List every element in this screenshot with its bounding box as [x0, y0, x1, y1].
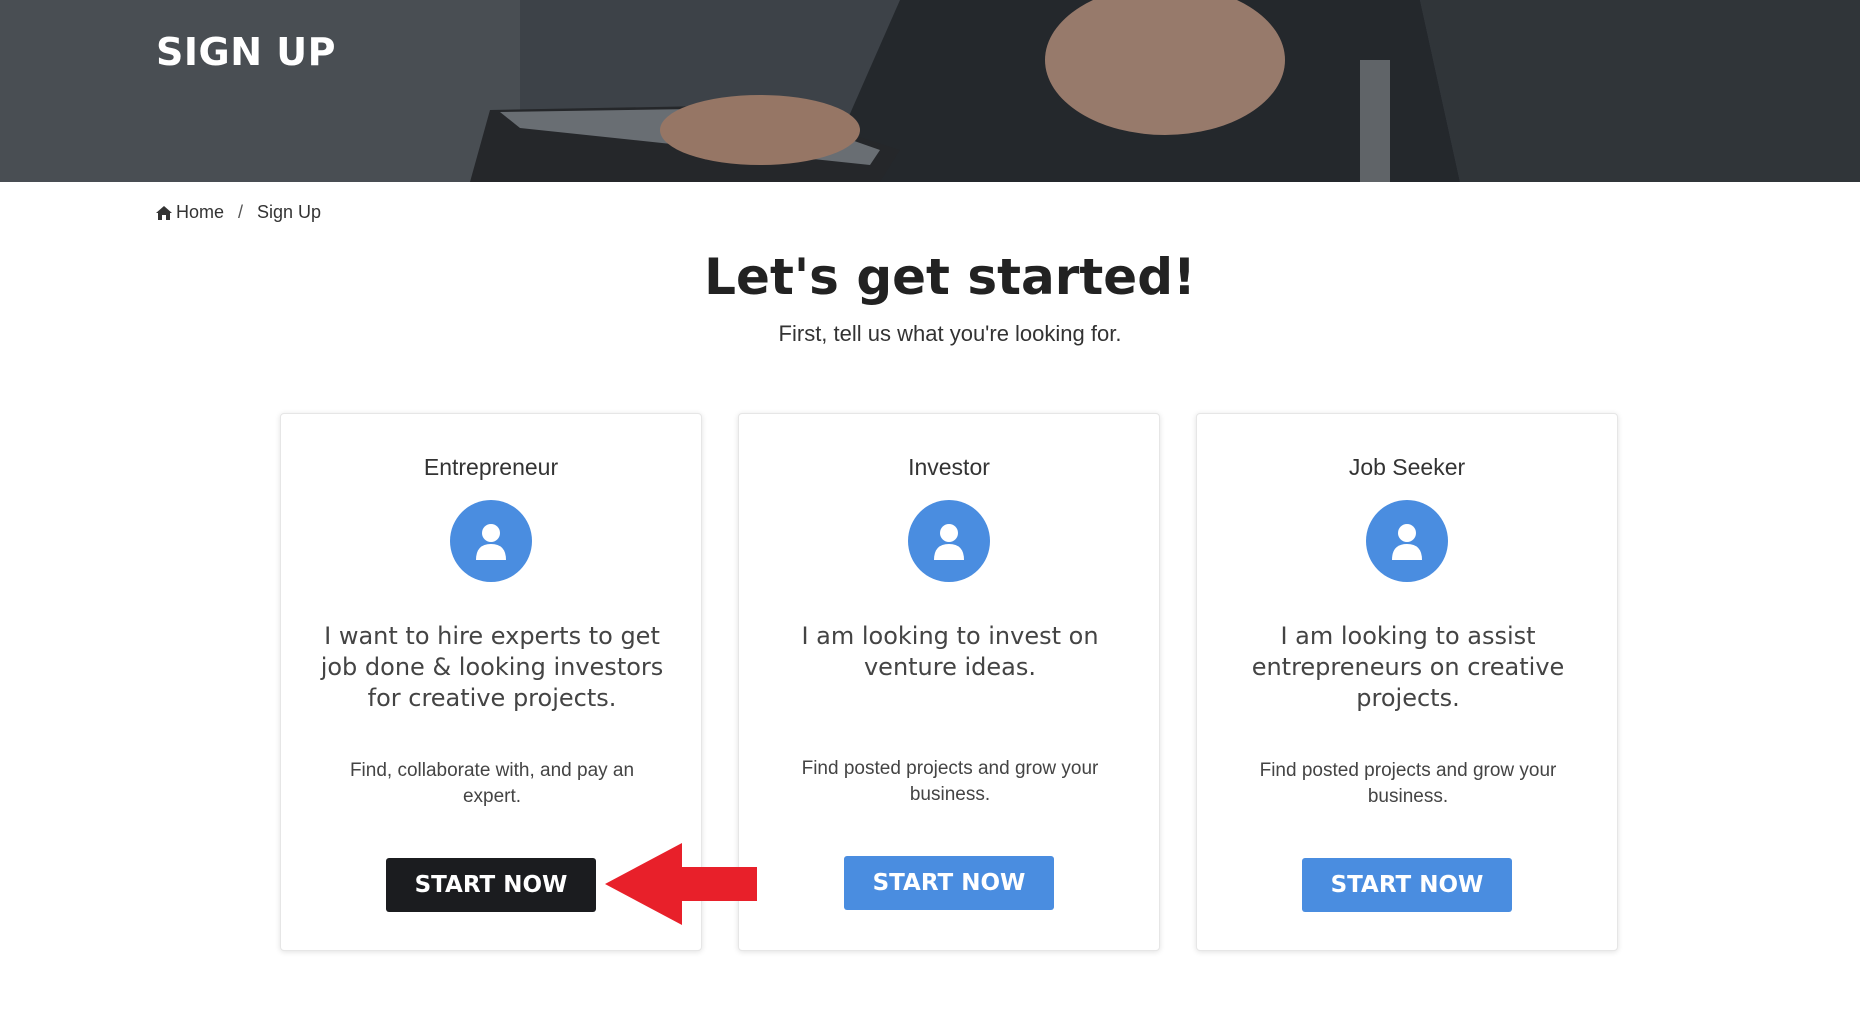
page-banner-title: SIGN UP [156, 30, 336, 74]
card-subtext: Find posted projects and grow your busin… [1259, 760, 1557, 807]
breadcrumb-current: Sign Up [257, 202, 322, 222]
page-title: Let's get started! [704, 248, 1196, 306]
home-icon [156, 205, 172, 220]
card-description: I am looking to assist entrepreneurs on … [1251, 622, 1565, 712]
card-description: I am looking to invest on venture ideas. [801, 622, 1099, 681]
card-description: I want to hire experts to get job done &… [320, 622, 664, 712]
user-icon [450, 500, 532, 582]
card-title: Investor [908, 454, 990, 480]
card-subtext: Find, collaborate with, and pay an exper… [349, 760, 635, 807]
user-icon [1366, 500, 1448, 582]
breadcrumb-home-link[interactable]: Home [156, 202, 224, 223]
card-subtext: Find posted projects and grow your busin… [801, 758, 1099, 805]
card-title: Entrepreneur [423, 454, 559, 480]
start-now-button-job-seeker[interactable]: START NOW [1302, 858, 1512, 912]
breadcrumb: Home / Sign Up [156, 202, 321, 223]
card-job-seeker: Job Seeker I am looking to assist entrep… [1196, 413, 1618, 951]
user-icon [908, 500, 990, 582]
red-arrow-icon [605, 843, 757, 925]
card-title: Job Seeker [1348, 454, 1466, 480]
breadcrumb-home-label: Home [176, 202, 225, 222]
hero-banner: SIGN UP [0, 0, 1860, 182]
start-now-button-entrepreneur[interactable]: START NOW [386, 858, 596, 912]
page-subtitle: First, tell us what you're looking for. [778, 321, 1122, 346]
breadcrumb-separator: / [238, 202, 244, 222]
card-investor: Investor I am looking to invest on ventu… [738, 413, 1160, 951]
start-now-button-investor[interactable]: START NOW [844, 856, 1054, 910]
